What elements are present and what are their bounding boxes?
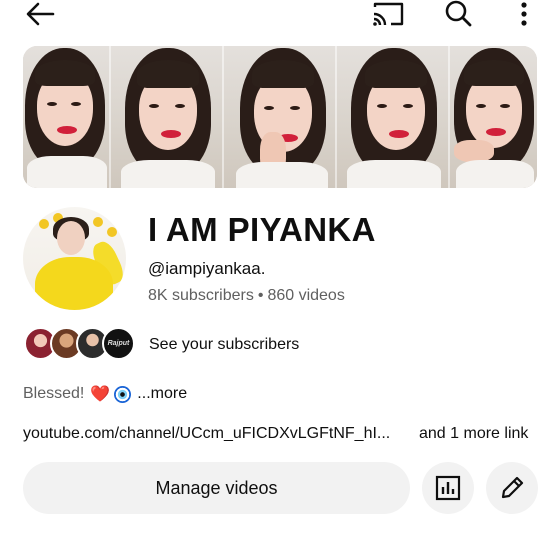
subscriber-avatar: Rajput xyxy=(102,327,135,360)
more-vert-icon[interactable] xyxy=(508,0,540,28)
more-links-label[interactable]: and 1 more link xyxy=(419,425,528,443)
banner-frame xyxy=(337,46,450,188)
nazar-eye-icon xyxy=(114,385,132,403)
subscriber-avatars: Rajput xyxy=(24,327,138,363)
manage-videos-button[interactable]: Manage videos xyxy=(23,462,410,514)
analytics-icon xyxy=(435,475,461,501)
channel-description[interactable]: Blessed! ❤️ ...more xyxy=(23,384,187,404)
channel-links[interactable]: youtube.com/channel/UCcm_uFICDXvLGFtNF_h… xyxy=(23,425,543,443)
banner-frame xyxy=(23,46,111,188)
see-subscribers-row[interactable]: Rajput See your subscribers xyxy=(24,327,344,363)
cast-icon[interactable] xyxy=(368,0,408,28)
channel-handle: @iampiyankaa. xyxy=(148,259,266,278)
stats-separator: • xyxy=(257,287,264,304)
subscriber-count: 8K subscribers xyxy=(148,287,254,304)
channel-name: I AM PIYANKA xyxy=(148,211,376,248)
channel-stats: 8K subscribers • 860 videos xyxy=(148,287,345,305)
pencil-icon xyxy=(501,476,524,499)
description-text: Blessed! xyxy=(23,385,85,402)
channel-url[interactable]: youtube.com/channel/UCcm_uFICDXvLGFtNF_h… xyxy=(23,425,390,442)
banner-frame xyxy=(111,46,224,188)
top-app-bar xyxy=(0,0,560,36)
channel-banner[interactable] xyxy=(23,46,537,188)
search-icon[interactable] xyxy=(440,0,476,28)
back-arrow-icon[interactable] xyxy=(22,0,58,28)
description-more-link[interactable]: ...more xyxy=(137,385,187,403)
heart-emoji: ❤️ xyxy=(90,386,111,403)
see-subscribers-label: See your subscribers xyxy=(149,336,300,353)
banner-frame xyxy=(224,46,337,188)
banner-frame xyxy=(450,46,537,188)
edit-button[interactable] xyxy=(486,462,538,514)
channel-avatar[interactable] xyxy=(23,207,126,310)
analytics-button[interactable] xyxy=(422,462,474,514)
video-count: 860 videos xyxy=(267,287,345,304)
